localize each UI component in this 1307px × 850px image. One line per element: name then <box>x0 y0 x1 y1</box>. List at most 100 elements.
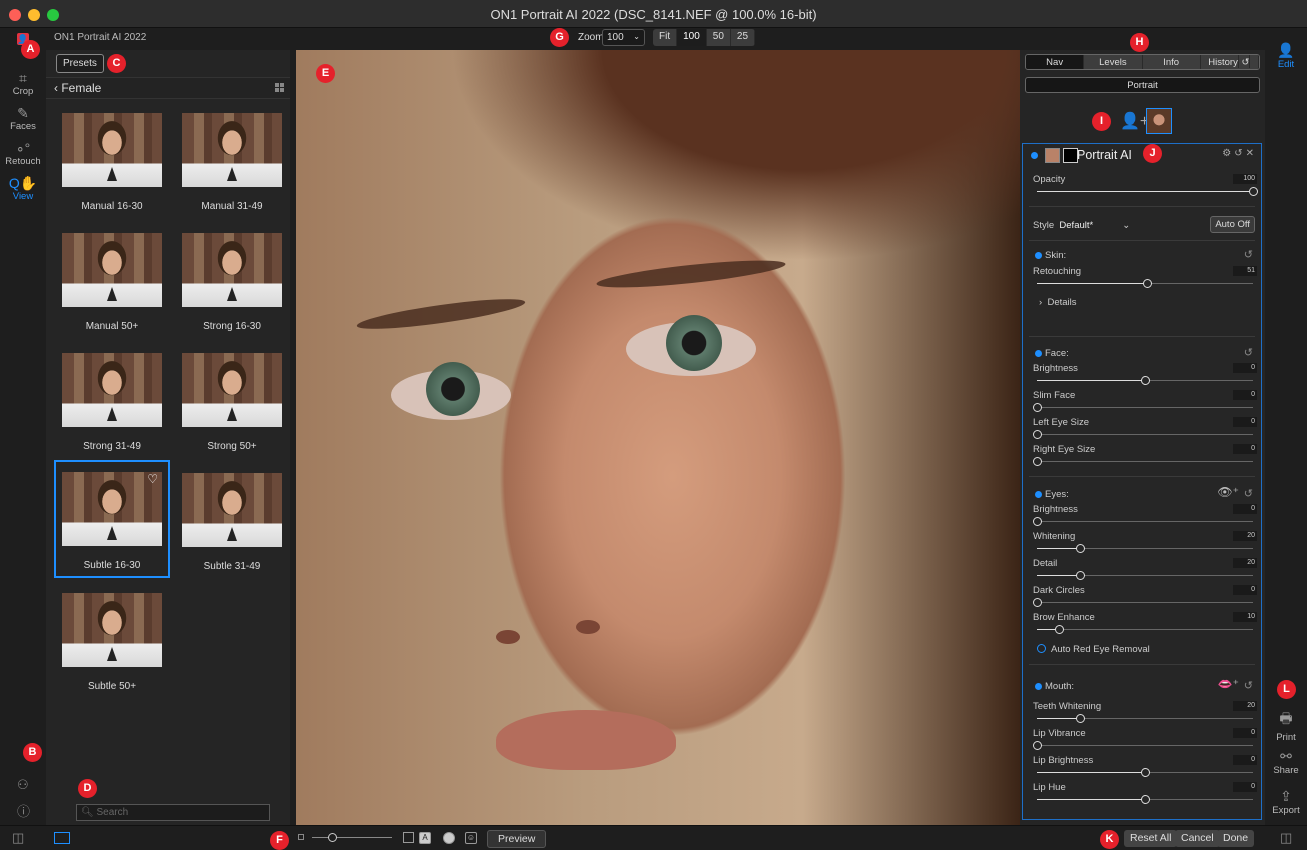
preset-tile[interactable]: Subtle 31-49 <box>174 461 290 579</box>
detail-value[interactable]: 20 <box>1233 558 1257 568</box>
tool-crop[interactable]: ⌗ Crop <box>0 70 46 97</box>
right-eye-size-value[interactable]: 0 <box>1233 444 1257 454</box>
category-row[interactable]: ‹ Female <box>46 77 290 99</box>
left-eye-size-value[interactable]: 0 <box>1233 417 1257 427</box>
auto-off-button[interactable]: Auto Off <box>1210 216 1255 233</box>
lips-plus-icon[interactable]: 👄⁺ <box>1218 677 1239 691</box>
preset-tile[interactable]: Strong 50+ <box>174 341 290 459</box>
face-view-icon[interactable]: ☺ <box>465 832 477 844</box>
face-brightness-slider[interactable] <box>1037 376 1253 385</box>
preset-tile-selected[interactable]: ♡ Subtle 16-30 <box>54 460 170 578</box>
portrait-ai-layer: Portrait AI ⚙↺✕ Opacity 100 Style Defaul… <box>1022 143 1262 820</box>
face-toggle[interactable] <box>1035 350 1042 357</box>
tab-info[interactable]: Info <box>1142 55 1201 69</box>
module-print[interactable]: 🖶 Print <box>1265 708 1307 743</box>
help-icon[interactable]: ⓘ <box>17 801 30 820</box>
opacity-slider[interactable] <box>1037 187 1258 196</box>
skin-details-toggle[interactable]: › Details <box>1039 297 1077 308</box>
slim-face-value[interactable]: 0 <box>1233 390 1257 400</box>
close-icon[interactable]: ✕ <box>1246 148 1257 159</box>
preset-tile[interactable]: Subtle 50+ <box>54 581 170 699</box>
preset-tile[interactable]: Manual 31-49 <box>174 101 290 219</box>
view-mode-a-icon[interactable]: A <box>419 832 431 844</box>
tab-nav[interactable]: Nav <box>1026 55 1085 69</box>
preset-tile[interactable]: Manual 50+ <box>54 221 170 339</box>
lip-vibrance-slider[interactable] <box>1033 741 1253 750</box>
right-eye-size-slider[interactable] <box>1033 457 1253 466</box>
slim-face-slider[interactable] <box>1033 403 1253 412</box>
dark-circles-slider[interactable] <box>1033 598 1253 607</box>
reset-icon[interactable]: ↺ <box>1234 148 1245 159</box>
thumbnail-size-slider[interactable] <box>312 833 392 842</box>
whitening-value[interactable]: 20 <box>1233 531 1257 541</box>
tool-retouch[interactable]: ∘° Retouch <box>0 140 46 167</box>
teeth-whitening-slider[interactable] <box>1037 714 1253 723</box>
preview-button[interactable]: Preview <box>487 830 547 848</box>
module-export[interactable]: ⇪ Export <box>1265 788 1307 816</box>
gear-icon[interactable]: ⚙ <box>1222 148 1234 159</box>
grid-view-icon[interactable] <box>275 83 284 92</box>
lip-brightness-value[interactable]: 0 <box>1233 755 1257 765</box>
skin-toggle[interactable] <box>1035 252 1042 259</box>
toggle-right-panel-icon[interactable]: ◫ <box>1280 830 1292 846</box>
tab-levels[interactable]: Levels <box>1084 55 1143 69</box>
mouth-toggle[interactable] <box>1035 683 1042 690</box>
detail-slider[interactable] <box>1037 571 1253 580</box>
preset-tile[interactable]: Strong 31-49 <box>54 341 170 459</box>
tab-history[interactable]: History ↺ <box>1200 55 1259 69</box>
preset-tile[interactable]: Strong 16-30 <box>174 221 290 339</box>
mask-view-icon[interactable] <box>443 832 455 844</box>
cancel-button[interactable]: Cancel <box>1175 830 1220 847</box>
preset-search-input[interactable]: 🔍︎ Search <box>76 804 270 821</box>
portrait-tab[interactable]: Portrait <box>1025 77 1260 93</box>
lip-hue-value[interactable]: 0 <box>1233 782 1257 792</box>
lip-brightness-slider[interactable] <box>1037 768 1253 777</box>
tool-view[interactable]: Q✋ View <box>0 175 46 202</box>
skin-reset-icon[interactable]: ↺ <box>1244 248 1253 261</box>
add-face-icon[interactable]: 👤+ <box>1120 111 1149 131</box>
face-reset-icon[interactable]: ↺ <box>1244 346 1253 359</box>
module-edit[interactable]: 👤 Edit <box>1265 42 1307 70</box>
brow-enhance-slider[interactable] <box>1037 625 1253 634</box>
preset-tile[interactable]: Manual 16-30 <box>54 101 170 219</box>
marker-j: J <box>1143 144 1162 163</box>
done-button[interactable]: Done <box>1217 830 1255 847</box>
red-eye-radio[interactable] <box>1037 644 1046 653</box>
layer-visibility-dot[interactable] <box>1031 152 1038 159</box>
dark-circles-value[interactable]: 0 <box>1233 585 1257 595</box>
whitening-slider[interactable] <box>1037 544 1253 553</box>
category-back[interactable]: ‹ Female <box>54 81 101 95</box>
retouching-slider[interactable] <box>1037 279 1253 288</box>
zoom-100-button[interactable]: 100 <box>677 29 707 46</box>
zoom-fit-button[interactable]: Fit <box>653 29 678 46</box>
eyes-brightness-value[interactable]: 0 <box>1233 504 1257 514</box>
eye-plus-icon[interactable]: 👁⁺ <box>1217 485 1239 499</box>
zoom-25-button[interactable]: 25 <box>731 29 756 46</box>
face-thumbnail[interactable] <box>1146 108 1172 134</box>
single-view-icon[interactable] <box>54 832 70 844</box>
opacity-value[interactable]: 100 <box>1233 174 1257 184</box>
photo-canvas[interactable] <box>296 50 1020 825</box>
brow-enhance-value[interactable]: 10 <box>1233 612 1257 622</box>
face-brightness-value[interactable]: 0 <box>1233 363 1257 373</box>
teeth-whitening-value[interactable]: 20 <box>1233 701 1257 711</box>
reset-all-button[interactable]: Reset All <box>1124 830 1178 847</box>
favorite-heart-icon[interactable]: ♡ <box>147 472 158 486</box>
style-select[interactable]: Style Default* ⌄ <box>1033 220 1130 231</box>
tool-faces[interactable]: ✎ Faces <box>0 105 46 132</box>
lip-hue-slider[interactable] <box>1037 795 1253 804</box>
presets-button[interactable]: Presets <box>56 54 104 73</box>
lip-vibrance-value[interactable]: 0 <box>1233 728 1257 738</box>
module-share[interactable]: ⚯ Share <box>1265 748 1307 776</box>
eyes-brightness-slider[interactable] <box>1033 517 1253 526</box>
left-eye-size-slider[interactable] <box>1033 430 1253 439</box>
layer-mask-thumb[interactable] <box>1063 148 1078 163</box>
toggle-left-panel-icon[interactable]: ◫ <box>12 830 24 846</box>
user-icon[interactable]: ⚇ <box>17 777 29 793</box>
retouching-value[interactable]: 51 <box>1233 266 1257 276</box>
eyes-toggle[interactable] <box>1035 491 1042 498</box>
mouth-reset-icon[interactable]: ↺ <box>1244 679 1253 692</box>
eyes-reset-icon[interactable]: ↺ <box>1244 487 1253 500</box>
zoom-select[interactable]: 100 ⌄ <box>602 29 645 46</box>
zoom-50-button[interactable]: 50 <box>707 29 731 46</box>
